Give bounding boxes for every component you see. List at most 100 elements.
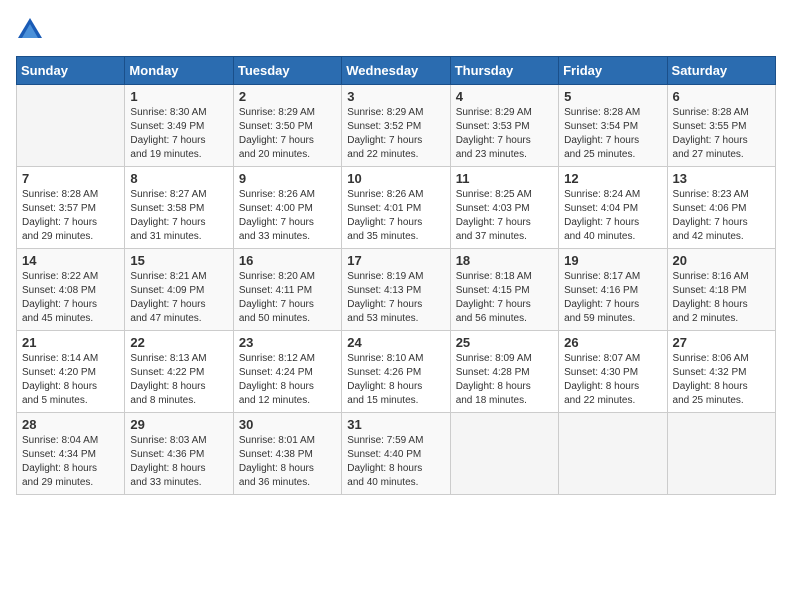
day-info: Sunrise: 8:03 AMSunset: 4:36 PMDaylight:… [130,434,227,490]
calendar-cell [17,85,125,167]
day-info: Sunrise: 8:29 AMSunset: 3:52 PMDaylight:… [347,106,444,162]
day-number: 9 [239,171,336,186]
logo [16,16,48,44]
calendar-cell: 18 Sunrise: 8:18 AMSunset: 4:15 PMDayligh… [450,249,558,331]
day-info: Sunrise: 8:28 AMSunset: 3:55 PMDaylight:… [673,106,770,162]
calendar-cell: 10Sunrise: 8:26 AMSunset: 4:01 PMDayligh… [342,167,450,249]
day-info: Sunrise: 8:16 AMSunset: 4:18 PMDaylight:… [673,270,770,326]
day-info: Sunrise: 8:17 AMSunset: 4:16 PMDaylight:… [564,270,661,326]
day-header-wednesday: Wednesday [342,57,450,85]
calendar-week-3: 14 Sunrise: 8:22 AMSunset: 4:08 PMDayligh… [17,249,776,331]
day-number: 14 [22,253,119,268]
calendar-cell: 7 Sunrise: 8:28 AMSunset: 3:57 PMDaylight… [17,167,125,249]
day-number: 2 [239,89,336,104]
calendar-cell: 16Sunrise: 8:20 AMSunset: 4:11 PMDayligh… [233,249,341,331]
day-number: 17 [347,253,444,268]
calendar-cell: 3 Sunrise: 8:29 AMSunset: 3:52 PMDaylight… [342,85,450,167]
calendar-cell: 11 Sunrise: 8:25 AMSunset: 4:03 PMDayligh… [450,167,558,249]
calendar-cell: 17 Sunrise: 8:19 AMSunset: 4:13 PMDayligh… [342,249,450,331]
calendar-cell: 29Sunrise: 8:03 AMSunset: 4:36 PMDayligh… [125,413,233,495]
day-header-sunday: Sunday [17,57,125,85]
day-number: 24 [347,335,444,350]
calendar-cell: 22 Sunrise: 8:13 AMSunset: 4:22 PMDayligh… [125,331,233,413]
calendar-cell: 31 Sunrise: 7:59 AMSunset: 4:40 PMDayligh… [342,413,450,495]
day-number: 21 [22,335,119,350]
day-number: 11 [456,171,553,186]
day-info: Sunrise: 8:26 AMSunset: 4:00 PMDaylight:… [239,188,336,244]
day-number: 28 [22,417,119,432]
calendar-week-5: 28 Sunrise: 8:04 AMSunset: 4:34 PMDayligh… [17,413,776,495]
calendar-cell: 12 Sunrise: 8:24 AMSunset: 4:04 PMDayligh… [559,167,667,249]
day-info: Sunrise: 8:28 AMSunset: 3:57 PMDaylight:… [22,188,119,244]
day-number: 27 [673,335,770,350]
calendar-cell: 21 Sunrise: 8:14 AMSunset: 4:20 PMDayligh… [17,331,125,413]
day-info: Sunrise: 8:20 AMSunset: 4:11 PMDaylight:… [239,270,336,326]
calendar-cell: 30 Sunrise: 8:01 AMSunset: 4:38 PMDayligh… [233,413,341,495]
calendar-cell: 28 Sunrise: 8:04 AMSunset: 4:34 PMDayligh… [17,413,125,495]
day-number: 20 [673,253,770,268]
day-info: Sunrise: 8:19 AMSunset: 4:13 PMDaylight:… [347,270,444,326]
day-info: Sunrise: 8:01 AMSunset: 4:38 PMDaylight:… [239,434,336,490]
day-number: 8 [130,171,227,186]
day-info: Sunrise: 8:04 AMSunset: 4:34 PMDaylight:… [22,434,119,490]
day-info: Sunrise: 8:21 AMSunset: 4:09 PMDaylight:… [130,270,227,326]
day-header-saturday: Saturday [667,57,775,85]
calendar-week-1: 1 Sunrise: 8:30 AMSunset: 3:49 PMDaylight… [17,85,776,167]
day-number: 7 [22,171,119,186]
day-number: 3 [347,89,444,104]
day-header-tuesday: Tuesday [233,57,341,85]
calendar-cell: 14 Sunrise: 8:22 AMSunset: 4:08 PMDayligh… [17,249,125,331]
day-info: Sunrise: 8:06 AMSunset: 4:32 PMDaylight:… [673,352,770,408]
calendar-cell: 8 Sunrise: 8:27 AMSunset: 3:58 PMDaylight… [125,167,233,249]
day-header-friday: Friday [559,57,667,85]
day-number: 6 [673,89,770,104]
day-number: 13 [673,171,770,186]
day-number: 23 [239,335,336,350]
calendar-cell: 2 Sunrise: 8:29 AMSunset: 3:50 PMDaylight… [233,85,341,167]
calendar-cell: 9 Sunrise: 8:26 AMSunset: 4:00 PMDaylight… [233,167,341,249]
calendar-cell: 26 Sunrise: 8:07 AMSunset: 4:30 PMDayligh… [559,331,667,413]
day-info: Sunrise: 8:23 AMSunset: 4:06 PMDaylight:… [673,188,770,244]
calendar-table: SundayMondayTuesdayWednesdayThursdayFrid… [16,56,776,495]
day-number: 26 [564,335,661,350]
day-number: 25 [456,335,553,350]
day-info: Sunrise: 8:24 AMSunset: 4:04 PMDaylight:… [564,188,661,244]
day-number: 12 [564,171,661,186]
day-number: 1 [130,89,227,104]
day-number: 31 [347,417,444,432]
calendar-cell: 5 Sunrise: 8:28 AMSunset: 3:54 PMDaylight… [559,85,667,167]
day-info: Sunrise: 8:22 AMSunset: 4:08 PMDaylight:… [22,270,119,326]
calendar-cell [559,413,667,495]
page-header [16,16,776,44]
day-info: Sunrise: 7:59 AMSunset: 4:40 PMDaylight:… [347,434,444,490]
day-info: Sunrise: 8:27 AMSunset: 3:58 PMDaylight:… [130,188,227,244]
day-info: Sunrise: 8:09 AMSunset: 4:28 PMDaylight:… [456,352,553,408]
day-info: Sunrise: 8:28 AMSunset: 3:54 PMDaylight:… [564,106,661,162]
logo-icon [16,16,44,44]
calendar-cell: 6 Sunrise: 8:28 AMSunset: 3:55 PMDaylight… [667,85,775,167]
day-header-thursday: Thursday [450,57,558,85]
day-number: 22 [130,335,227,350]
day-number: 5 [564,89,661,104]
calendar-cell: 15 Sunrise: 8:21 AMSunset: 4:09 PMDayligh… [125,249,233,331]
day-info: Sunrise: 8:29 AMSunset: 3:50 PMDaylight:… [239,106,336,162]
day-number: 15 [130,253,227,268]
calendar-cell: 19Sunrise: 8:17 AMSunset: 4:16 PMDayligh… [559,249,667,331]
day-info: Sunrise: 8:29 AMSunset: 3:53 PMDaylight:… [456,106,553,162]
day-info: Sunrise: 8:30 AMSunset: 3:49 PMDaylight:… [130,106,227,162]
day-info: Sunrise: 8:14 AMSunset: 4:20 PMDaylight:… [22,352,119,408]
calendar-week-2: 7 Sunrise: 8:28 AMSunset: 3:57 PMDaylight… [17,167,776,249]
day-info: Sunrise: 8:13 AMSunset: 4:22 PMDaylight:… [130,352,227,408]
calendar-cell: 24Sunrise: 8:10 AMSunset: 4:26 PMDayligh… [342,331,450,413]
day-number: 18 [456,253,553,268]
day-info: Sunrise: 8:25 AMSunset: 4:03 PMDaylight:… [456,188,553,244]
day-header-monday: Monday [125,57,233,85]
calendar-cell: 27 Sunrise: 8:06 AMSunset: 4:32 PMDayligh… [667,331,775,413]
day-info: Sunrise: 8:07 AMSunset: 4:30 PMDaylight:… [564,352,661,408]
calendar-cell: 25 Sunrise: 8:09 AMSunset: 4:28 PMDayligh… [450,331,558,413]
calendar-cell: 13 Sunrise: 8:23 AMSunset: 4:06 PMDayligh… [667,167,775,249]
day-number: 10 [347,171,444,186]
calendar-header-row: SundayMondayTuesdayWednesdayThursdayFrid… [17,57,776,85]
day-number: 30 [239,417,336,432]
day-info: Sunrise: 8:18 AMSunset: 4:15 PMDaylight:… [456,270,553,326]
